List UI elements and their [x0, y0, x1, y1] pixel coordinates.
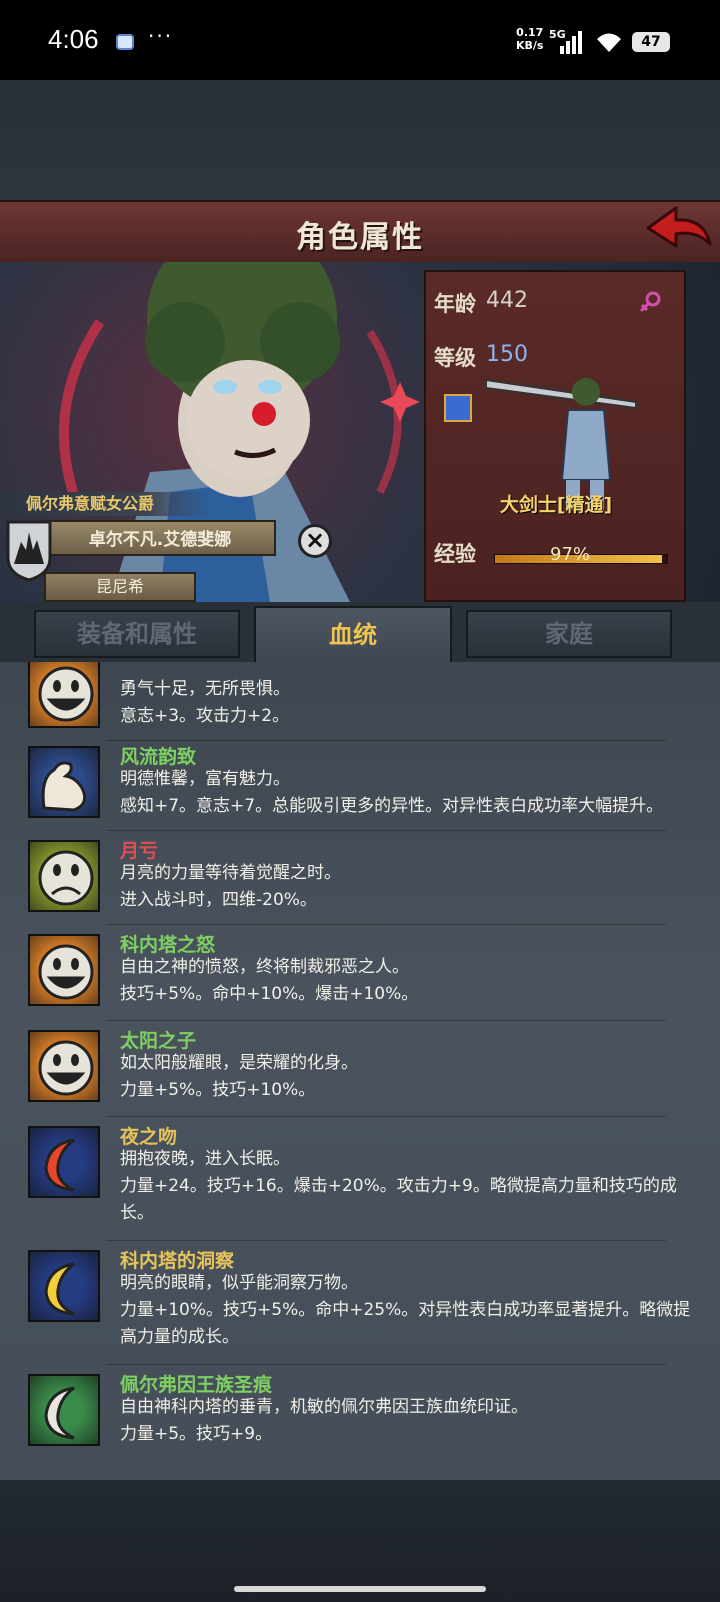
trait-separator — [106, 924, 666, 925]
age-value: 442 — [486, 288, 528, 313]
trait-name: 夜之吻 — [120, 1126, 178, 1148]
trait-item[interactable]: 风流韵致 明德惟馨，富有魅力。 感知+7。意志+7。总能吸引更多的异性。对异性表白… — [0, 738, 720, 832]
trait-item[interactable]: 科内塔之怒 自由之神的愤怒，终将制裁邪恶之人。 技巧+5%。命中+10%。爆击+1… — [0, 926, 720, 1022]
title-bar: 角色属性 — [0, 200, 720, 264]
trait-item[interactable]: 夜之吻 拥抱夜晚，进入长眠。 力量+24。技巧+16。爆击+20%。攻击力+9。略… — [0, 1118, 720, 1242]
trait-description: 如太阳般耀眼，是荣耀的化身。 力量+5%。技巧+10%。 — [120, 1053, 358, 1100]
class-name: 大剑士[精通] — [499, 494, 613, 516]
trait-separator — [106, 1116, 666, 1117]
exp-percent: 97% — [550, 544, 591, 565]
white-moon-icon — [28, 1374, 100, 1446]
trait-name: 月亏 — [120, 840, 159, 862]
character-name: 卓尔不凡.艾德斐娜 — [44, 520, 276, 556]
happy-face-icon — [28, 934, 100, 1006]
house-name: 昆尼希 — [44, 572, 196, 602]
happy-face-icon — [28, 662, 100, 728]
network-speed-unit: KB/s — [516, 39, 544, 52]
trait-description: 自由之神的愤怒，终将制裁邪恶之人。 技巧+5%。命中+10%。爆击+10%。 — [120, 957, 419, 1004]
trait-item[interactable]: 佩尔弗因王族圣痕 自由神科内塔的垂青，机敏的佩尔弗因王族血统印证。 力量+5。技巧… — [0, 1366, 720, 1466]
network-speed: 0.17 KB/s — [516, 26, 543, 52]
trait-description: 月亮的力量等待着觉醒之时。 进入战斗时，四维-20%。 — [120, 863, 341, 910]
trait-name: 科内塔的洞察 — [120, 1250, 235, 1272]
exp-label: 经验 — [434, 542, 476, 566]
trait-separator — [106, 1240, 666, 1241]
sad-face-icon — [28, 840, 100, 912]
trait-separator — [106, 1020, 666, 1021]
trait-description: 拥抱夜晚，进入长眠。 力量+24。技巧+16。爆击+20%。攻击力+9。略微提高… — [120, 1149, 677, 1223]
female-symbol-icon — [639, 291, 661, 313]
network-speed-value: 0.17 — [516, 26, 544, 39]
tab-family[interactable]: 家庭 — [466, 610, 672, 658]
signal-icon — [560, 30, 588, 54]
trait-name: 风流韵致 — [120, 746, 197, 768]
tab-equipment[interactable]: 装备和属性 — [34, 610, 240, 658]
trait-name: 科内塔之怒 — [120, 934, 216, 956]
happy-face-icon — [28, 1030, 100, 1102]
trait-name: 佩尔弗因王族圣痕 — [120, 1374, 273, 1396]
trait-item[interactable]: 勇气十足，无所畏惧。 意志+3。攻击力+2。 — [0, 662, 720, 742]
clock: 4:06 — [48, 24, 99, 54]
trait-separator — [106, 1364, 666, 1365]
home-indicator[interactable] — [234, 1586, 486, 1592]
back-arrow-icon[interactable] — [646, 206, 712, 252]
bottom-area — [0, 1480, 720, 1602]
trait-item[interactable]: 太阳之子 如太阳般耀眼，是荣耀的化身。 力量+5%。技巧+10%。 — [0, 1022, 720, 1118]
notification-app-icon — [116, 34, 134, 50]
class-sword-icon — [444, 394, 472, 422]
trait-item[interactable]: 月亏 月亮的力量等待着觉醒之时。 进入战斗时，四维-20%。 — [0, 832, 720, 926]
trait-description: 勇气十足，无所畏惧。 意志+3。攻击力+2。 — [120, 679, 290, 726]
rank-title: 佩尔弗意赋女公爵 — [0, 492, 210, 516]
red-moon-icon — [28, 1126, 100, 1198]
tab-bloodline[interactable]: 血统 — [254, 606, 452, 662]
more-notifications-icon: ··· — [148, 24, 174, 48]
trait-description: 明亮的眼睛，似乎能洞察万物。 力量+10%。技巧+5%。命中+25%。对异性表白… — [120, 1273, 691, 1347]
stats-panel: 年龄 442 等级 150 大剑士[精通] 经验 97% — [424, 270, 686, 602]
top-backdrop — [0, 80, 720, 200]
tab-bar: 装备和属性 血统 家庭 — [0, 602, 720, 662]
level-label: 等级 — [434, 346, 476, 370]
wifi-icon — [597, 33, 621, 52]
age-label: 年龄 — [434, 292, 476, 316]
level-value: 150 — [486, 342, 528, 367]
trait-description: 自由神科内塔的垂青，机敏的佩尔弗因王族血统印证。 力量+5。技巧+9。 — [120, 1397, 528, 1444]
status-bar: 4:06 ··· 0.17 KB/s 5G 47 — [0, 0, 720, 80]
battery-level: 47 — [641, 34, 661, 50]
family-crest-icon — [6, 520, 52, 582]
page-title: 角色属性 — [296, 220, 424, 255]
flexed-arm-icon — [28, 746, 100, 818]
trait-description: 明德惟馨，富有魅力。 感知+7。意志+7。总能吸引更多的异性。对异性表白成功率大… — [120, 769, 664, 816]
battery-icon: 47 — [632, 32, 670, 52]
trait-separator — [106, 830, 666, 831]
trait-item[interactable]: 科内塔的洞察 明亮的眼睛，似乎能洞察万物。 力量+10%。技巧+5%。命中+25%… — [0, 1242, 720, 1366]
close-icon[interactable]: × — [298, 524, 332, 558]
trait-name: 太阳之子 — [120, 1030, 197, 1052]
trait-list[interactable]: 勇气十足，无所畏惧。 意志+3。攻击力+2。风流韵致 明德惟馨，富有魅力。 感知+… — [0, 662, 720, 1480]
yellow-moon-icon — [28, 1250, 100, 1322]
